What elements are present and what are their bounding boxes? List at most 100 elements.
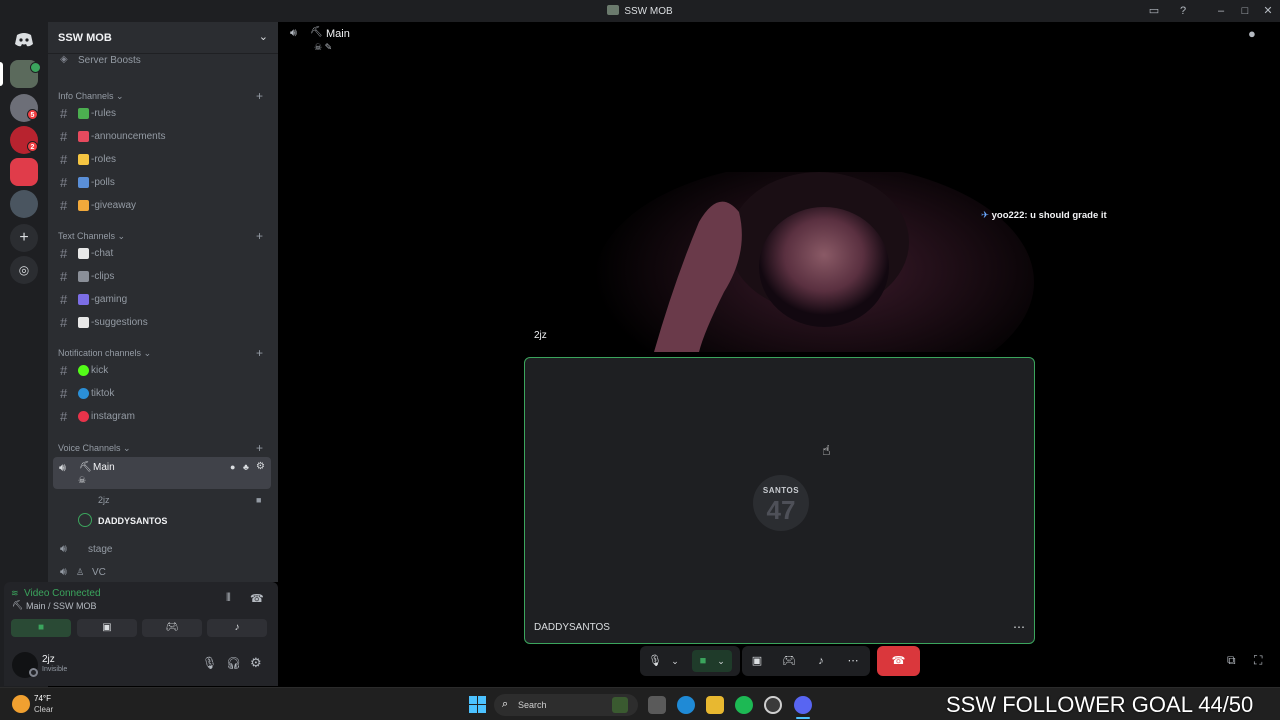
hash-icon: # [60, 269, 68, 284]
close-icon[interactable]: ✕ [1261, 4, 1275, 18]
gear-icon[interactable]: ⚙ [256, 461, 265, 472]
spotify-icon[interactable] [735, 696, 753, 714]
hash-icon: # [60, 409, 68, 424]
channel-emoji-icon [78, 154, 89, 165]
screen-share-button[interactable]: ▣ [77, 619, 137, 637]
voice-member[interactable]: 2jz [98, 495, 110, 505]
category-voice[interactable]: Voice Channels ⌄ + [58, 441, 263, 455]
voice-channel-main[interactable]: 🔊︎ ⛏︎ Main ☠ ● ♣ ⚙ [53, 457, 271, 489]
hash-icon: # [60, 363, 68, 378]
connection-location[interactable]: Main / SSW MOB [26, 601, 97, 611]
channel-item[interactable]: # -rules [58, 104, 270, 124]
channel-item[interactable]: # -clips [58, 267, 270, 287]
add-server-icon[interactable]: + [10, 224, 38, 252]
channel-label: -clips [91, 271, 115, 282]
add-channel-icon[interactable]: + [256, 89, 263, 103]
weather-icon[interactable] [12, 695, 30, 713]
chevron-down-icon[interactable]: ⌄ [667, 653, 683, 669]
channel-item[interactable]: # -announcements [58, 127, 270, 147]
add-channel-icon[interactable]: + [256, 229, 263, 243]
camera-tile[interactable]: SANTOS 47 DADDYSANTOS ⋯ [524, 357, 1035, 644]
stream-tile[interactable]: 2jz [524, 172, 1034, 352]
gear-icon[interactable]: ⚙ [250, 655, 262, 671]
channel-label: -chat [91, 248, 114, 259]
discover-icon[interactable]: ◎ [10, 256, 38, 284]
channel-item[interactable]: # -roles [58, 150, 270, 170]
channel-emoji-icon [78, 108, 89, 119]
screen-share-icon[interactable]: ▣ [749, 653, 765, 669]
username[interactable]: 2jz [42, 654, 55, 665]
headphones-icon[interactable]: 🎧︎ [226, 656, 241, 670]
connection-status[interactable]: Video Connected [24, 588, 101, 599]
microphone-icon[interactable]: 🎙︎ [647, 653, 663, 669]
weather-desc: Clear [34, 705, 54, 714]
skull-icon: ☠ ✎ [314, 42, 333, 52]
chat-icon[interactable]: ● [230, 462, 235, 472]
voice-channel-stage[interactable]: 🔊︎ stage [58, 540, 270, 560]
camera-button[interactable]: ■ [11, 619, 71, 637]
active-server-indicator [0, 62, 3, 86]
channel-emoji-icon [78, 131, 89, 142]
hash-icon: # [60, 246, 68, 261]
stage-icon: 🔊︎ [60, 543, 67, 555]
invite-icon[interactable]: ♣ [243, 462, 249, 472]
channel-item[interactable]: # -polls [58, 173, 270, 193]
server-header[interactable]: SSW MOB ⌄ [48, 22, 278, 54]
inbox-icon[interactable]: ▭ [1147, 4, 1161, 18]
channel-emoji-icon [78, 177, 89, 188]
pop-out-icon[interactable]: ⧉ [1227, 653, 1236, 668]
mention-badge: 2 [27, 141, 38, 152]
minimize-icon[interactable]: – [1214, 4, 1228, 18]
server-icon-5[interactable] [10, 190, 38, 218]
hang-up-button[interactable]: ☎ [877, 646, 920, 676]
windows-start-icon[interactable] [469, 696, 486, 713]
chat-bubble-icon[interactable]: ● [1248, 26, 1256, 41]
soundboard-button[interactable]: ♪ [207, 619, 267, 637]
title-bar: SSW MOB ▭ ? – □ ✕ [0, 0, 1280, 22]
channel-item[interactable]: # -giveaway [58, 196, 270, 216]
channel-item[interactable]: # -gaming [58, 290, 270, 310]
discord-app-icon[interactable] [794, 696, 812, 714]
channel-item[interactable]: # tiktok [58, 384, 270, 404]
more-options-icon[interactable]: ⋯ [1013, 620, 1025, 634]
disconnect-icon[interactable]: ☎ [250, 592, 264, 605]
fullscreen-icon[interactable]: ⛶ [1254, 653, 1262, 668]
channel-item[interactable]: # instagram [58, 407, 270, 427]
channel-title: Main [326, 28, 350, 40]
channel-emoji-icon [78, 411, 89, 422]
taskbar-search[interactable]: ⌕ Search [494, 694, 638, 716]
edge-icon[interactable] [677, 696, 695, 714]
camera-toggle[interactable]: ■ ⌄ [692, 650, 732, 672]
category-text[interactable]: Text Channels ⌄ + [58, 229, 263, 243]
channel-item[interactable]: # kick [58, 361, 270, 381]
chrome-icon[interactable] [764, 696, 782, 714]
person-icon: ♙ [76, 567, 85, 577]
activity-icon[interactable]: 🎮︎ [781, 653, 797, 669]
channel-item[interactable]: # -suggestions [58, 313, 270, 333]
maximize-icon[interactable]: □ [1238, 4, 1252, 18]
category-info[interactable]: Info Channels ⌄ + [58, 89, 263, 103]
channel-item[interactable]: # -chat [58, 244, 270, 264]
channel-label: -suggestions [91, 317, 148, 328]
voice-member[interactable]: DADDYSANTOS [98, 516, 167, 526]
noise-suppression-icon[interactable]: ⦀ [226, 592, 231, 605]
task-view-icon[interactable] [648, 696, 666, 714]
discord-home-icon[interactable] [10, 26, 38, 54]
hash-icon: # [60, 175, 68, 190]
help-icon[interactable]: ? [1176, 4, 1190, 18]
server-boosts[interactable]: ◈ Server Boosts [58, 51, 270, 71]
more-options-icon[interactable]: ⋯ [845, 653, 861, 669]
file-explorer-icon[interactable] [706, 696, 724, 714]
pin-icon: ✈ [981, 210, 989, 221]
hash-icon: # [60, 386, 68, 401]
category-notification[interactable]: Notification channels ⌄ + [58, 346, 263, 360]
soundboard-icon[interactable]: ♪ [813, 653, 829, 669]
add-channel-icon[interactable]: + [256, 346, 263, 360]
microphone-icon[interactable]: 🎙︎ [202, 656, 217, 670]
add-channel-icon[interactable]: + [256, 441, 263, 455]
voice-channel-vc[interactable]: 🔊︎ ♙ VC [58, 563, 270, 582]
activity-button[interactable]: 🎮︎ [142, 619, 202, 637]
hash-icon: # [60, 129, 68, 144]
server-icon-4[interactable] [10, 158, 38, 186]
channel-label: -rules [91, 108, 117, 119]
